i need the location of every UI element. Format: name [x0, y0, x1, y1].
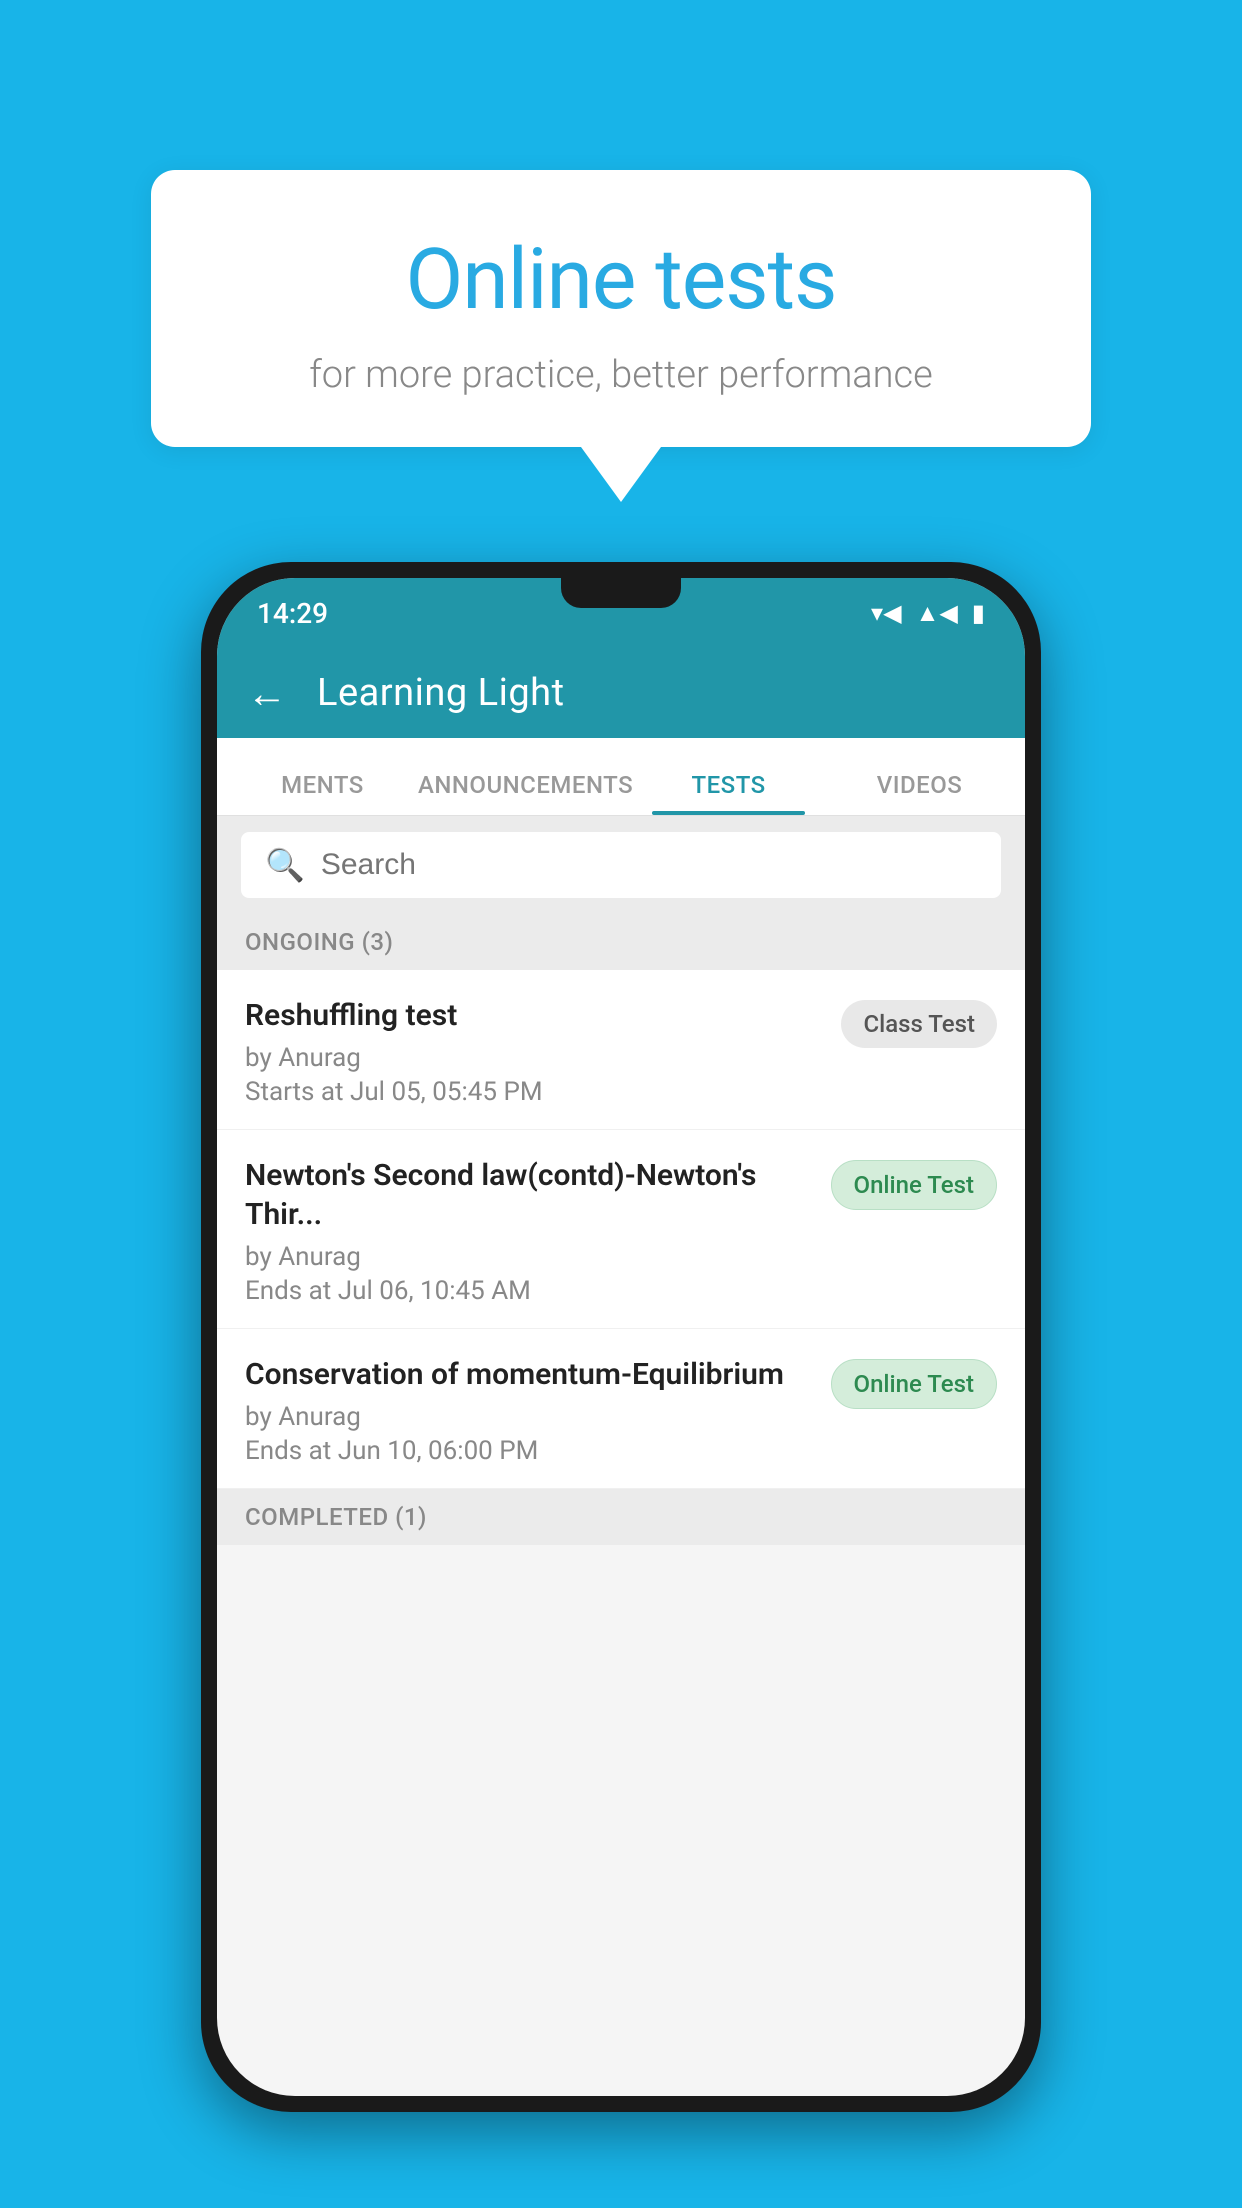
test-name: Conservation of momentum-Equilibrium — [245, 1355, 817, 1394]
back-button[interactable]: ← — [247, 670, 287, 717]
test-info: Reshuffling test by Anurag Starts at Jul… — [245, 996, 827, 1107]
search-input[interactable] — [321, 848, 977, 882]
speech-bubble-card: Online tests for more practice, better p… — [151, 170, 1091, 447]
bubble-title: Online tests — [231, 230, 1011, 329]
status-icons: ▾◀ ▲◀ ▮ — [871, 599, 985, 628]
test-badge-online-2: Online Test — [831, 1359, 997, 1409]
test-badge-class: Class Test — [841, 1000, 997, 1048]
test-item[interactable]: Reshuffling test by Anurag Starts at Jul… — [217, 970, 1025, 1130]
tests-list: Reshuffling test by Anurag Starts at Jul… — [217, 970, 1025, 1489]
test-name: Reshuffling test — [245, 996, 827, 1035]
test-author: by Anurag — [245, 1043, 827, 1073]
app-title: Learning Light — [317, 671, 565, 715]
bubble-subtitle: for more practice, better performance — [231, 353, 1011, 397]
test-info: Newton's Second law(contd)-Newton's Thir… — [245, 1156, 817, 1306]
wifi-icon: ▾◀ — [871, 599, 902, 627]
phone-notch — [561, 578, 681, 608]
test-author: by Anurag — [245, 1242, 817, 1272]
test-date: Ends at Jun 10, 06:00 PM — [245, 1436, 817, 1466]
status-time: 14:29 — [257, 597, 328, 630]
search-container: 🔍 — [217, 816, 1025, 914]
signal-icon: ▲◀ — [916, 599, 958, 628]
phone-frame: 14:29 ▾◀ ▲◀ ▮ ← Learning Light MENTS ANN… — [201, 562, 1041, 2112]
test-info: Conservation of momentum-Equilibrium by … — [245, 1355, 817, 1466]
test-date: Starts at Jul 05, 05:45 PM — [245, 1077, 827, 1107]
test-badge-online: Online Test — [831, 1160, 997, 1210]
test-name: Newton's Second law(contd)-Newton's Thir… — [245, 1156, 817, 1234]
tab-videos[interactable]: VIDEOS — [824, 771, 1015, 815]
completed-section-header: COMPLETED (1) — [217, 1489, 1025, 1545]
test-date: Ends at Jul 06, 10:45 AM — [245, 1276, 817, 1306]
tab-announcements[interactable]: ANNOUNCEMENTS — [418, 771, 633, 815]
phone-screen: 14:29 ▾◀ ▲◀ ▮ ← Learning Light MENTS ANN… — [217, 578, 1025, 2096]
test-item[interactable]: Newton's Second law(contd)-Newton's Thir… — [217, 1130, 1025, 1329]
search-input-wrapper[interactable]: 🔍 — [241, 832, 1001, 898]
tab-ments[interactable]: MENTS — [227, 771, 418, 815]
phone-wrapper: 14:29 ▾◀ ▲◀ ▮ ← Learning Light MENTS ANN… — [0, 562, 1242, 2112]
battery-icon: ▮ — [972, 599, 985, 627]
speech-bubble-section: Online tests for more practice, better p… — [151, 170, 1091, 502]
app-header: ← Learning Light — [217, 648, 1025, 738]
test-item[interactable]: Conservation of momentum-Equilibrium by … — [217, 1329, 1025, 1489]
bubble-tail — [581, 447, 661, 502]
tabs-bar: MENTS ANNOUNCEMENTS TESTS VIDEOS — [217, 738, 1025, 816]
search-icon: 🔍 — [265, 846, 305, 884]
tab-tests[interactable]: TESTS — [633, 771, 824, 815]
ongoing-section-header: ONGOING (3) — [217, 914, 1025, 970]
test-author: by Anurag — [245, 1402, 817, 1432]
